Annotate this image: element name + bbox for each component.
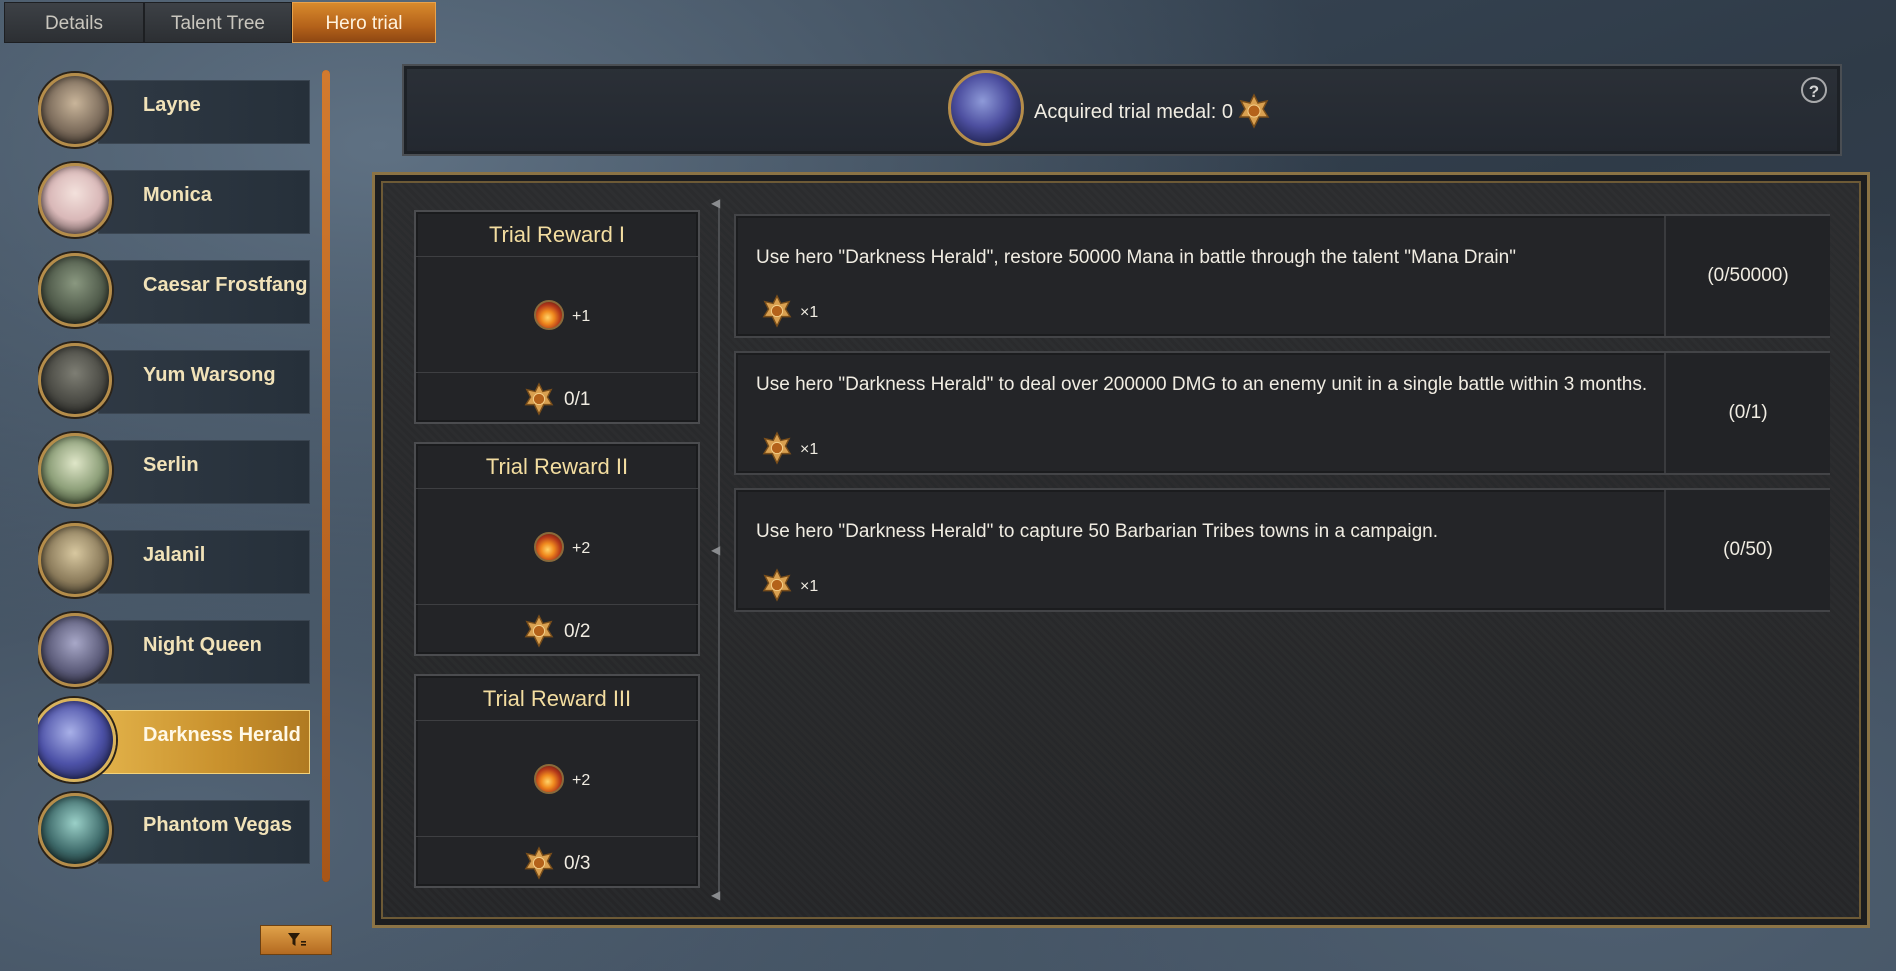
- hero-item-night-queen[interactable]: Night Queen: [38, 610, 314, 690]
- trial-medal-icon: [762, 431, 792, 465]
- tab-bar: Details Talent Tree Hero trial: [4, 2, 436, 45]
- task-progress: (0/1): [1728, 402, 1768, 423]
- task-progress: (0/50): [1723, 539, 1773, 560]
- task-description: Use hero "Darkness Herald", restore 5000…: [756, 247, 1516, 268]
- help-icon[interactable]: ?: [1801, 77, 1827, 103]
- hero-name: Yum Warsong: [143, 364, 276, 386]
- trial-medal-icon: [524, 846, 554, 880]
- tab-hero-trial[interactable]: Hero trial: [292, 2, 436, 43]
- tab-details[interactable]: Details: [4, 2, 144, 43]
- hero-list-scrollbar[interactable]: [322, 70, 330, 882]
- hero-name: Layne: [143, 94, 201, 116]
- reward-progress: 0/1: [564, 389, 591, 410]
- hero-item-caesar-frostfang[interactable]: Caesar Frostfang: [38, 250, 314, 330]
- trial-task-row-2: Use hero "Darkness Herald" to deal over …: [734, 351, 1830, 475]
- fire-orb-icon[interactable]: [534, 764, 564, 794]
- filter-icon: [288, 933, 306, 946]
- hero-portrait: [38, 793, 112, 867]
- hero-name: Caesar Frostfang: [143, 274, 308, 296]
- hero-portrait: [38, 613, 112, 687]
- hero-portrait: [38, 163, 112, 237]
- trial-task-row-1: Use hero "Darkness Herald", restore 5000…: [734, 214, 1830, 338]
- hero-portrait: [38, 253, 112, 327]
- reward-progress: 0/3: [564, 853, 591, 874]
- hero-bar: [98, 440, 310, 504]
- reward-item-area: +2: [416, 720, 698, 837]
- hero-item-jalanil[interactable]: Jalanil: [38, 520, 314, 600]
- hero-item-monica[interactable]: Monica: [38, 160, 314, 240]
- hero-bar: [98, 80, 310, 144]
- reward-item-qty: +2: [572, 540, 591, 557]
- hero-portrait: [38, 73, 112, 147]
- task-progress-cell: (0/50000): [1664, 216, 1830, 336]
- hero-list: Layne Monica Caesar Frostfang Yum Warson…: [38, 70, 314, 880]
- trial-medal-icon: [524, 614, 554, 648]
- task-medal-qty: ×1: [800, 304, 819, 321]
- task-description: Use hero "Darkness Herald" to capture 50…: [756, 521, 1438, 542]
- hero-item-darkness-herald[interactable]: Darkness Herald: [38, 698, 314, 782]
- trial-medal-icon: [762, 568, 792, 602]
- hero-portrait: [38, 523, 112, 597]
- divider-arrow-top-icon: ◀: [711, 196, 721, 210]
- fire-orb-icon[interactable]: [534, 300, 564, 330]
- trial-reward-card-3: Trial Reward III +2 0/3: [414, 674, 700, 888]
- reward-title: Trial Reward I: [416, 212, 698, 257]
- fire-orb-icon[interactable]: [534, 532, 564, 562]
- hero-name: Darkness Herald: [143, 724, 301, 746]
- task-progress: (0/50000): [1707, 265, 1789, 286]
- acquired-medal-label: Acquired trial medal: 0: [1034, 101, 1233, 123]
- task-progress-cell: (0/50): [1664, 490, 1830, 610]
- reward-item-qty: +2: [572, 772, 591, 789]
- hero-name: Night Queen: [143, 634, 262, 656]
- trial-task-row-3: Use hero "Darkness Herald" to capture 50…: [734, 488, 1830, 612]
- hero-item-layne[interactable]: Layne: [38, 70, 314, 150]
- hero-portrait: [38, 433, 112, 507]
- reward-title: Trial Reward III: [416, 676, 698, 721]
- selected-hero-portrait: [948, 70, 1024, 146]
- task-medal-qty: ×1: [800, 578, 819, 595]
- hero-item-phantom-vegas[interactable]: Phantom Vegas: [38, 790, 314, 870]
- task-progress-cell: (0/1): [1664, 353, 1830, 473]
- trial-medal-icon: [524, 382, 554, 416]
- hero-item-yum-warsong[interactable]: Yum Warsong: [38, 340, 314, 420]
- tab-talent-tree[interactable]: Talent Tree: [144, 2, 292, 43]
- trial-medal-icon: [1238, 93, 1270, 129]
- reward-item-area: +1: [416, 256, 698, 373]
- trial-medal-icon: [762, 294, 792, 328]
- divider-arrow-bottom-icon: ◀: [711, 888, 721, 902]
- trial-reward-card-1: Trial Reward I +1 0/1: [414, 210, 700, 424]
- hero-portrait: [38, 343, 112, 417]
- reward-progress: 0/2: [564, 621, 591, 642]
- hero-item-serlin[interactable]: Serlin: [38, 430, 314, 510]
- hero-name: Serlin: [143, 454, 199, 476]
- reward-item-qty: +1: [572, 308, 591, 325]
- reward-item-area: +2: [416, 488, 698, 605]
- divider-arrow-mid-icon: ◀: [711, 543, 721, 557]
- trial-reward-card-2: Trial Reward II +2 0/2: [414, 442, 700, 656]
- filter-button[interactable]: [260, 925, 332, 955]
- hero-name: Phantom Vegas: [143, 814, 292, 836]
- task-medal-qty: ×1: [800, 441, 819, 458]
- reward-title: Trial Reward II: [416, 444, 698, 489]
- hero-name: Monica: [143, 184, 212, 206]
- hero-name: Jalanil: [143, 544, 206, 566]
- task-description: Use hero "Darkness Herald" to deal over …: [756, 374, 1648, 395]
